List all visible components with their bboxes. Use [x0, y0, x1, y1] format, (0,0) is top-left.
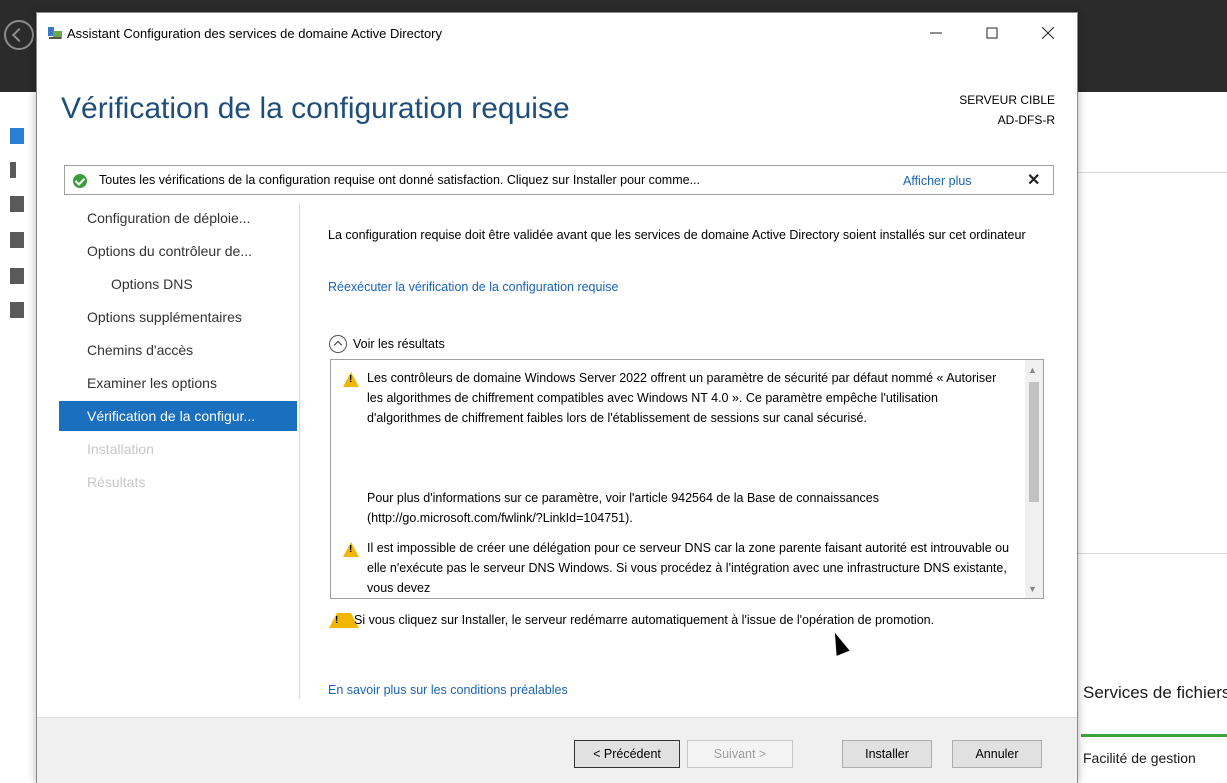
- results-list[interactable]: Les contrôleurs de domaine Windows Serve…: [330, 359, 1044, 599]
- minimize-icon: [930, 32, 942, 34]
- scroll-down-icon[interactable]: ▼: [1028, 584, 1037, 594]
- maximize-icon: [986, 27, 998, 39]
- window-title: Assistant Configuration des services de …: [67, 26, 443, 41]
- intro-text: La configuration requise doit être valid…: [328, 228, 1026, 242]
- nav-divider: [299, 203, 300, 699]
- close-icon: [1042, 27, 1054, 39]
- result-text: Il est impossible de créer une délégatio…: [367, 541, 1010, 595]
- title-bar[interactable]: Assistant Configuration des services de …: [37, 13, 1077, 53]
- rerun-check-link[interactable]: Réexécuter la vérification de la configu…: [328, 280, 618, 294]
- nav-item-prereq-check[interactable]: Vérification de la configur...: [59, 401, 297, 431]
- warning-icon: [343, 542, 359, 557]
- close-button[interactable]: [1025, 13, 1071, 53]
- nav-item-results: Résultats: [87, 474, 146, 490]
- all-servers-icon[interactable]: [10, 196, 24, 212]
- show-more-link[interactable]: Afficher plus: [903, 174, 972, 188]
- tile-subtitle[interactable]: Facilité de gestion: [1083, 750, 1196, 766]
- dashboard-icon[interactable]: [10, 128, 24, 144]
- scroll-thumb[interactable]: [1029, 382, 1039, 502]
- scroll-up-icon[interactable]: ▲: [1028, 365, 1037, 375]
- nav-item-installation: Installation: [87, 441, 154, 457]
- nav-item-additional-options[interactable]: Options supplémentaires: [59, 302, 297, 332]
- results-toggle-label[interactable]: Voir les résultats: [353, 337, 445, 351]
- tile-status-bar: [1081, 734, 1227, 737]
- nav-item-review[interactable]: Examiner les options: [59, 368, 297, 398]
- adds-config-wizard: Assistant Configuration des services de …: [36, 12, 1078, 783]
- ad-ds-icon[interactable]: [10, 232, 24, 248]
- divider: [1078, 553, 1227, 554]
- wizard-app-icon: [48, 27, 62, 39]
- cancel-button[interactable]: Annuler: [952, 740, 1042, 768]
- local-server-icon[interactable]: [10, 162, 16, 178]
- file-services-icon[interactable]: [10, 302, 24, 318]
- nav-item-dns-options[interactable]: Options DNS: [59, 269, 297, 299]
- server-manager-sidebar: [0, 92, 36, 783]
- learn-more-link[interactable]: En savoir plus sur les conditions préala…: [328, 683, 568, 697]
- status-banner: Toutes les vérifications de la configura…: [64, 165, 1054, 195]
- banner-close-icon[interactable]: ✕: [1027, 170, 1040, 190]
- nav-item-deployment[interactable]: Configuration de déploie...: [59, 203, 297, 233]
- target-server-label: SERVEUR CIBLE: [959, 93, 1055, 107]
- collapse-chevron-icon[interactable]: [329, 335, 347, 353]
- next-button: Suivant >: [687, 740, 793, 768]
- dns-icon[interactable]: [10, 268, 24, 284]
- result-text: Pour plus d'informations sur ce paramètr…: [367, 491, 879, 525]
- banner-message: Toutes les vérifications de la configura…: [99, 173, 701, 187]
- tile-title[interactable]: Services de fichiers et de stockage: [1083, 680, 1227, 705]
- success-check-icon: [73, 174, 87, 188]
- previous-button[interactable]: < Précédent: [574, 740, 680, 768]
- page-title: Vérification de la configuration requise: [61, 92, 570, 125]
- reboot-warning: Si vous cliquez sur Installer, le serveu…: [354, 613, 935, 627]
- result-text: Les contrôleurs de domaine Windows Serve…: [367, 371, 997, 425]
- nav-item-dc-options[interactable]: Options du contrôleur de...: [59, 236, 297, 266]
- target-server-name: AD-DFS-R: [997, 113, 1055, 127]
- install-button[interactable]: Installer: [842, 740, 932, 768]
- nav-item-paths[interactable]: Chemins d'accès: [59, 335, 297, 365]
- minimize-button[interactable]: [913, 13, 959, 53]
- wizard-footer: < Précédent Suivant > Installer Annuler: [37, 717, 1077, 783]
- back-arrow-icon[interactable]: [4, 20, 34, 50]
- results-scrollbar[interactable]: ▲ ▼: [1025, 360, 1043, 598]
- maximize-button[interactable]: [969, 13, 1015, 53]
- warning-icon: [343, 372, 359, 387]
- divider: [1078, 172, 1227, 173]
